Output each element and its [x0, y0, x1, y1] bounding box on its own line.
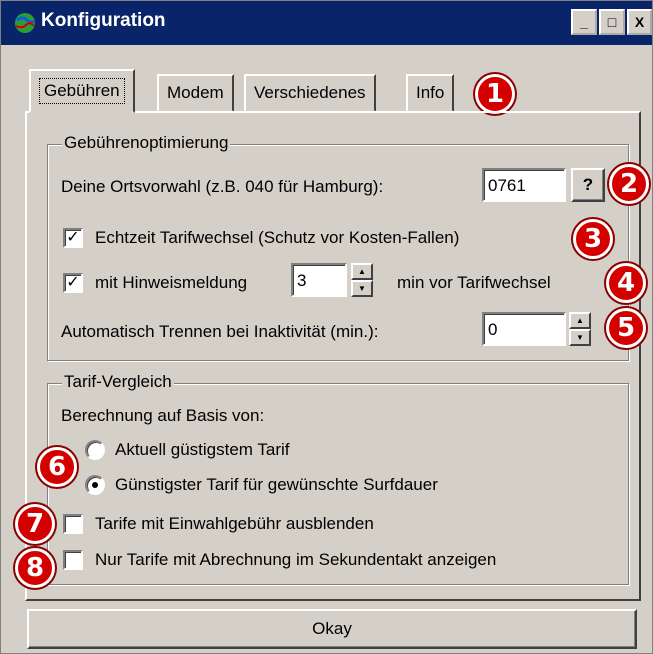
maximize-button[interactable]: □ — [599, 9, 625, 35]
minimize-icon: _ — [580, 14, 588, 30]
tab-label: Gebühren — [39, 78, 125, 104]
title-bar[interactable]: Konfiguration _ □ X — [1, 1, 652, 45]
spin-down-icon[interactable]: ▼ — [569, 329, 591, 346]
tab-modem[interactable]: Modem — [157, 74, 234, 112]
config-window: Konfiguration _ □ X Gebühren Modem Versc… — [0, 0, 653, 654]
auto-disconnect-label: Automatisch Trennen bei Inaktivität (min… — [61, 322, 379, 341]
notice-minutes-input[interactable]: 3 — [291, 263, 347, 297]
spin-up-icon[interactable]: ▲ — [351, 263, 373, 280]
minimize-button[interactable]: _ — [571, 9, 597, 35]
basis-label: Berechnung auf Basis von: — [61, 406, 265, 425]
close-button[interactable]: X — [627, 9, 652, 35]
group-label: Gebührenoptimierung — [62, 133, 231, 153]
hide-dialin-checkbox[interactable] — [63, 514, 83, 534]
radio-label: Günstigster Tarif für gewünschte Surfdau… — [115, 475, 438, 494]
tab-info[interactable]: Info — [406, 74, 455, 112]
group-label: Tarif-Vergleich — [62, 372, 174, 392]
realtime-label: Echtzeit Tarifwechsel (Schutz vor Kosten… — [95, 228, 460, 247]
callout-badge-1: 1 — [475, 74, 515, 114]
notice-suffix-label: min vor Tarifwechsel — [397, 273, 551, 292]
callout-badge-5: 5 — [606, 308, 646, 348]
callout-badge-6: 6 — [37, 447, 77, 487]
callout-badge-7: 7 — [15, 504, 55, 544]
area-code-input[interactable]: 0761 — [482, 168, 566, 202]
callout-badge-4: 4 — [606, 263, 646, 303]
auto-disconnect-spinner[interactable]: ▲ ▼ — [569, 312, 591, 346]
tab-verschiedenes[interactable]: Verschiedenes — [244, 74, 376, 112]
radio-selected-dot — [92, 482, 98, 488]
tab-gebuehren[interactable]: Gebühren — [29, 69, 135, 113]
notice-checkbox[interactable]: ✓ — [63, 273, 83, 293]
hide-dialin-label: Tarife mit Einwahlgebühr ausblenden — [95, 514, 374, 533]
spin-down-icon[interactable]: ▼ — [351, 280, 373, 297]
maximize-icon: □ — [607, 14, 617, 30]
spin-up-icon[interactable]: ▲ — [569, 312, 591, 329]
radio-current-cheapest[interactable] — [85, 440, 105, 460]
radio-label: Aktuell güstigstem Tarif — [115, 440, 290, 459]
area-code-label: Deine Ortsvorwahl (z.B. 040 für Hamburg)… — [61, 177, 384, 196]
tab-label: Modem — [167, 83, 224, 102]
realtime-checkbox[interactable]: ✓ — [63, 228, 83, 248]
callout-badge-3: 3 — [573, 219, 613, 259]
close-icon: X — [634, 14, 645, 30]
app-globe-icon — [15, 13, 36, 33]
notice-label: mit Hinweismeldung — [95, 273, 248, 292]
radio-cheapest-for-duration[interactable] — [85, 475, 105, 495]
window-title: Konfiguration — [41, 10, 166, 31]
tab-label: Info — [416, 83, 445, 102]
okay-button[interactable]: Okay — [27, 609, 637, 649]
callout-badge-8: 8 — [15, 548, 55, 588]
callout-badge-2: 2 — [609, 164, 649, 204]
auto-disconnect-input[interactable]: 0 — [482, 312, 566, 346]
per-second-checkbox[interactable] — [63, 550, 83, 570]
notice-minutes-spinner[interactable]: ▲ ▼ — [351, 263, 373, 297]
tab-label: Verschiedenes — [254, 83, 366, 102]
help-button[interactable]: ? — [571, 168, 605, 202]
per-second-label: Nur Tarife mit Abrechnung im Sekundentak… — [95, 550, 497, 569]
